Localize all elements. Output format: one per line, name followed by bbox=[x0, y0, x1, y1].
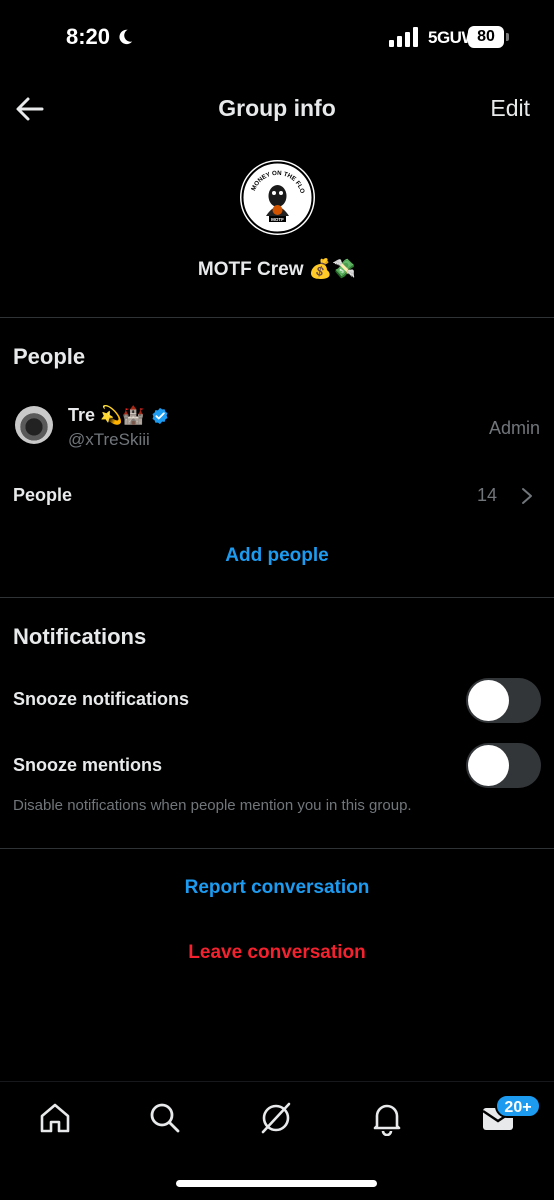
search-icon[interactable] bbox=[147, 1100, 183, 1136]
status-bar: 8:20 5GUW 80 bbox=[0, 0, 554, 78]
group-logo-subtext: MOTF bbox=[271, 217, 284, 222]
group-avatar[interactable]: MONEY ON THE FLOOR MOTF bbox=[240, 160, 315, 235]
signal-icon bbox=[389, 27, 418, 47]
time-text: 8:20 bbox=[66, 24, 111, 49]
group-logo-image: MONEY ON THE FLOOR MOTF bbox=[240, 160, 314, 234]
grok-icon[interactable] bbox=[258, 1100, 294, 1136]
member-role: Admin bbox=[488, 418, 540, 438]
snooze-notifications-toggle[interactable] bbox=[466, 678, 541, 723]
toggle-knob bbox=[468, 680, 509, 721]
divider bbox=[0, 317, 554, 318]
edit-button[interactable]: Edit bbox=[490, 95, 530, 122]
home-icon[interactable] bbox=[37, 1100, 73, 1136]
status-time: 8:20 bbox=[66, 24, 134, 50]
battery-cap bbox=[506, 33, 509, 41]
moon-icon bbox=[119, 29, 133, 45]
snooze-mentions-label: Snooze mentions bbox=[13, 755, 163, 775]
report-conversation-button[interactable]: Report conversation bbox=[0, 877, 554, 899]
member-row[interactable]: Tre 💫🏰 @xTreSkiii Admin bbox=[0, 398, 554, 458]
chevron-right-icon bbox=[522, 488, 532, 504]
leave-conversation-button[interactable]: Leave conversation bbox=[0, 942, 554, 964]
group-name: MOTF Crew 💰💸 bbox=[197, 259, 357, 280]
messages-badge: 20+ bbox=[495, 1094, 541, 1118]
member-name-text: Tre 💫🏰 bbox=[68, 405, 145, 425]
snooze-mentions-toggle[interactable] bbox=[466, 743, 541, 788]
toggle-knob bbox=[468, 745, 509, 786]
battery-level: 80 bbox=[468, 26, 504, 48]
member-name: Tre 💫🏰 bbox=[68, 405, 169, 426]
divider bbox=[0, 848, 554, 849]
home-indicator bbox=[176, 1180, 377, 1187]
people-row-label: People bbox=[13, 485, 73, 505]
page-title: Group info bbox=[218, 95, 336, 121]
member-handle: @xTreSkiii bbox=[68, 430, 150, 449]
people-count: 14 bbox=[476, 485, 497, 505]
add-people-button[interactable]: Add people bbox=[0, 545, 554, 567]
snooze-mentions-hint: Disable notifications when people mentio… bbox=[13, 797, 412, 814]
header: Group info Edit bbox=[0, 78, 554, 140]
verified-badge-icon bbox=[152, 407, 168, 424]
snooze-notifications-label: Snooze notifications bbox=[13, 689, 190, 709]
bell-icon[interactable] bbox=[369, 1100, 405, 1136]
divider bbox=[0, 597, 554, 598]
people-section-title: People bbox=[13, 344, 86, 369]
avatar[interactable] bbox=[15, 406, 53, 444]
notifications-section-title: Notifications bbox=[13, 624, 147, 649]
people-list-row[interactable]: People 14 bbox=[0, 472, 554, 518]
battery-icon: 80 bbox=[468, 26, 510, 48]
group-info-screen: 8:20 5GUW 80 Group info Edit MONEY ON TH… bbox=[0, 0, 554, 1200]
